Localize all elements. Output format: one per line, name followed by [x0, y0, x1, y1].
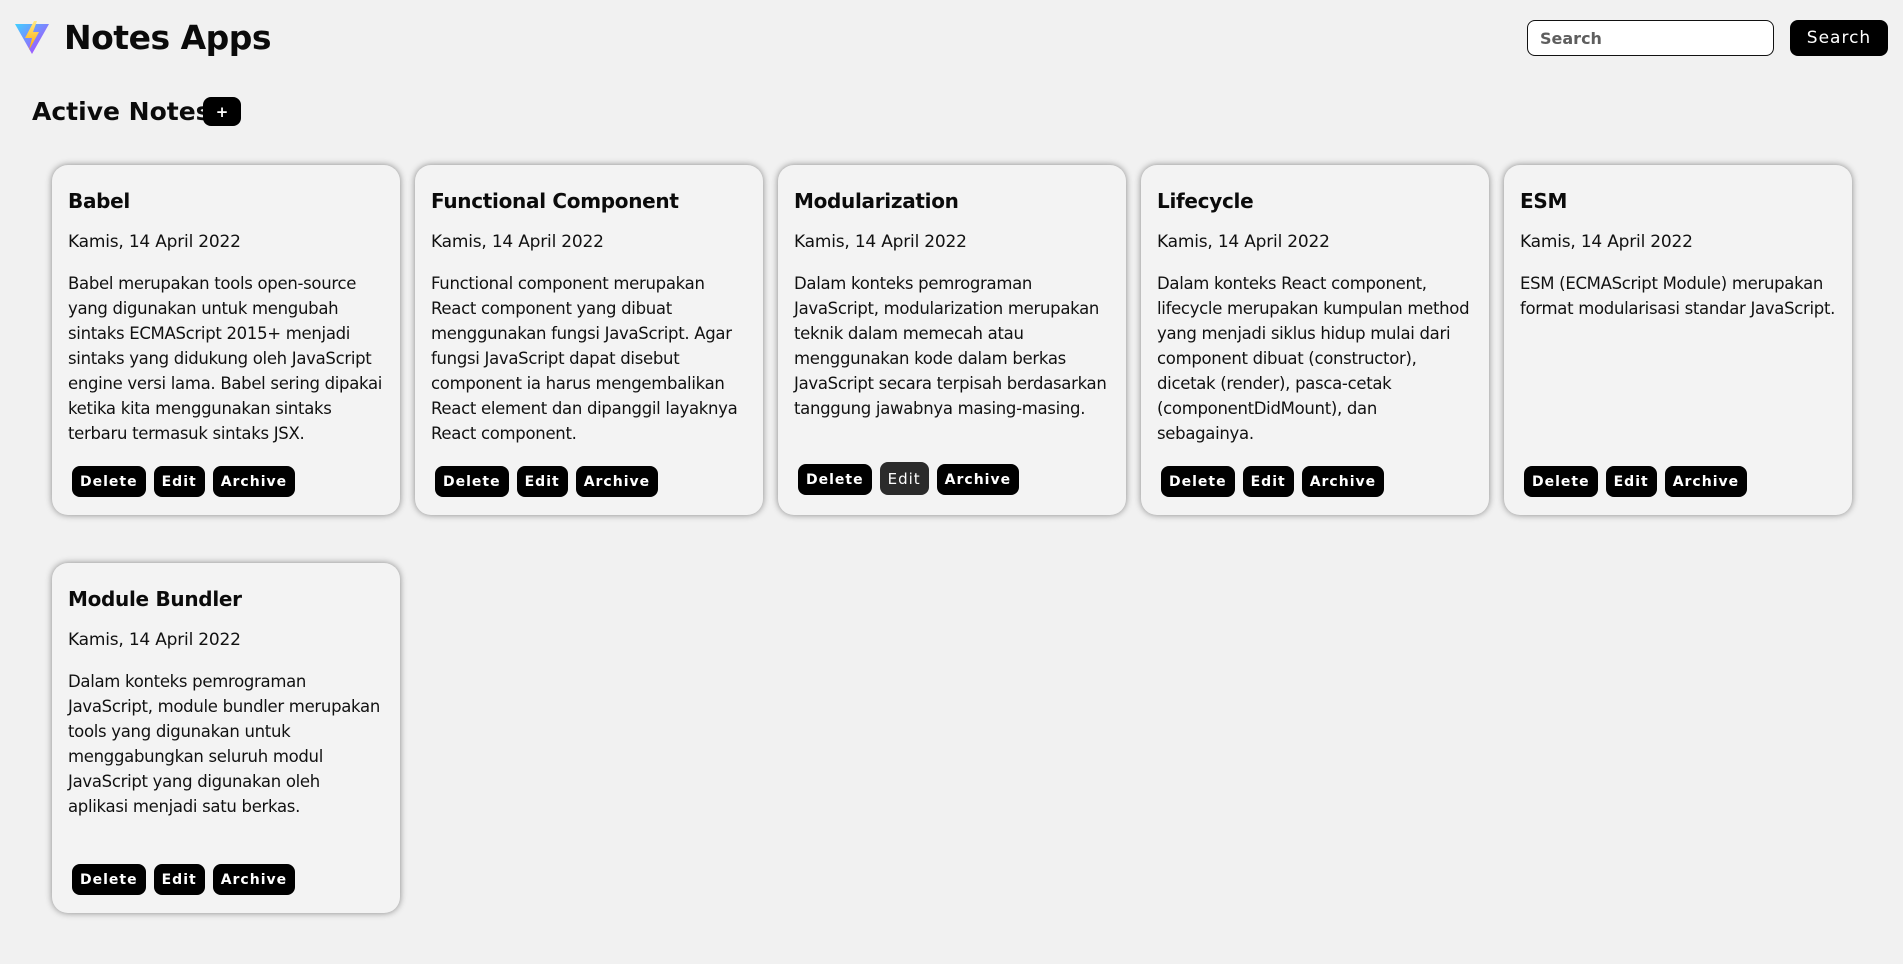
note-body: Dalam konteks pemrograman JavaScript, mo… [794, 274, 1107, 418]
delete-button[interactable]: Delete [1161, 466, 1235, 497]
note-card: Functional Component Kamis, 14 April 202… [415, 165, 763, 515]
note-title: Babel [68, 189, 130, 213]
note-card: Modularization Kamis, 14 April 2022 Dala… [778, 165, 1126, 515]
note-title: Modularization [794, 189, 959, 213]
edit-button[interactable]: Edit [1605, 466, 1657, 497]
search-input[interactable] [1527, 20, 1774, 56]
note-card: Lifecycle Kamis, 14 April 2022 Dalam kon… [1141, 165, 1489, 515]
note-title: ESM [1520, 189, 1568, 213]
note-body: Functional component merupakan React com… [431, 274, 738, 443]
app-title: Notes Apps [64, 18, 272, 57]
note-body: Dalam konteks React component, lifecycle… [1157, 274, 1470, 443]
delete-button[interactable]: Delete [1524, 466, 1598, 497]
note-actions: Delete Edit Archive [798, 462, 1020, 497]
edit-button[interactable]: Edit [153, 864, 205, 895]
edit-button[interactable]: Edit [153, 466, 205, 497]
note-body: ESM (ECMAScript Module) merupakan format… [1520, 274, 1836, 318]
edit-button[interactable]: Edit [1242, 466, 1294, 497]
note-card: ESM Kamis, 14 April 2022 ESM (ECMAScript… [1504, 165, 1852, 515]
note-actions: Delete Edit Archive [1161, 466, 1385, 497]
archive-button[interactable]: Archive [212, 466, 296, 497]
note-actions: Delete Edit Archive [435, 466, 659, 497]
archive-button[interactable]: Archive [936, 464, 1020, 495]
add-note-button[interactable]: + [203, 97, 241, 126]
delete-button[interactable]: Delete [72, 466, 146, 497]
archive-button[interactable]: Archive [212, 864, 296, 895]
archive-button[interactable]: Archive [575, 466, 659, 497]
note-body: Babel merupakan tools open-source yang d… [68, 274, 383, 443]
edit-button[interactable]: Edit [879, 462, 929, 495]
delete-button[interactable]: Delete [435, 466, 509, 497]
note-date: Kamis, 14 April 2022 [1520, 232, 1693, 252]
app-header: Notes Apps Search [0, 0, 1903, 76]
archive-button[interactable]: Archive [1664, 466, 1748, 497]
delete-button[interactable]: Delete [72, 864, 146, 895]
note-date: Kamis, 14 April 2022 [794, 232, 967, 252]
section-title: Active Notes [32, 97, 211, 126]
vite-logo-icon [15, 21, 49, 54]
note-date: Kamis, 14 April 2022 [68, 630, 241, 650]
edit-button[interactable]: Edit [516, 466, 568, 497]
delete-button[interactable]: Delete [798, 464, 872, 495]
note-actions: Delete Edit Archive [72, 466, 296, 497]
note-card: Module Bundler Kamis, 14 April 2022 Dala… [52, 563, 400, 913]
note-date: Kamis, 14 April 2022 [1157, 232, 1330, 252]
note-card: Babel Kamis, 14 April 2022 Babel merupak… [52, 165, 400, 515]
archive-button[interactable]: Archive [1301, 466, 1385, 497]
note-actions: Delete Edit Archive [1524, 466, 1748, 497]
note-actions: Delete Edit Archive [72, 864, 296, 895]
note-title: Module Bundler [68, 587, 242, 611]
note-date: Kamis, 14 April 2022 [431, 232, 604, 252]
search-button[interactable]: Search [1790, 20, 1888, 56]
note-title: Functional Component [431, 189, 679, 213]
note-body: Dalam konteks pemrograman JavaScript, mo… [68, 672, 380, 816]
note-date: Kamis, 14 April 2022 [68, 232, 241, 252]
note-title: Lifecycle [1157, 189, 1254, 213]
